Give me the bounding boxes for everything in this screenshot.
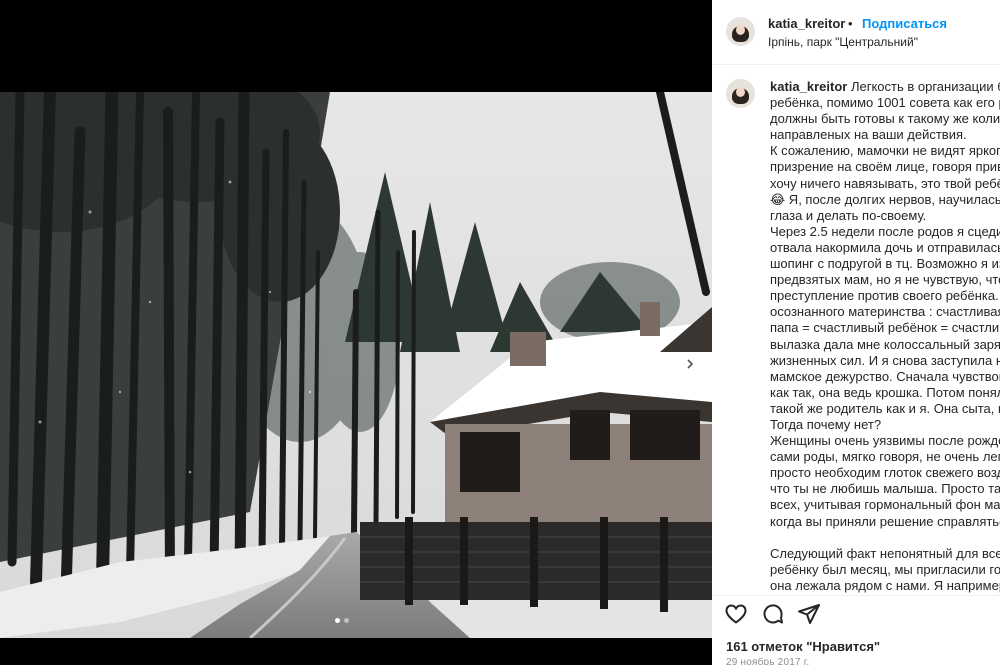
caption-line: 😂 Я, после долгих нервов, научилась зака… — [770, 191, 1000, 207]
avatar[interactable] — [726, 17, 755, 46]
caption-line-first: katia_kreitor Легкость в организации быт… — [770, 79, 1000, 95]
caption-line: предвзятых мам, но я не чувствую, что со… — [770, 272, 1000, 288]
post-date: 29 ноябрь 2017 г. — [726, 657, 810, 665]
caption-line: призрение на своём лице, говоря привычно… — [770, 159, 1000, 175]
caption-line: К сожалению, мамочки не видят яркого чув… — [770, 143, 1000, 159]
caption-line: Тогда почему нет? — [770, 416, 882, 432]
post-location[interactable]: Ірпінь, парк "Центральний" — [768, 35, 918, 49]
caption-line: вылазка дала мне колоссальный заряд энер… — [770, 336, 1000, 352]
forest-house-photo — [0, 92, 712, 638]
caption-text: katia_kreitor Легкость в организации быт… — [770, 79, 1000, 594]
caption-line: как так, она ведь крошка. Потом поняла, … — [770, 384, 1000, 400]
caption-line: жизненных сил. И я снова заступила на — [770, 352, 1000, 368]
caption-line: когда вы приняли решение справляться сам… — [770, 513, 1000, 529]
caption-line: такой же родитель как и я. Она сыта, в т… — [770, 400, 1000, 416]
post-username[interactable]: katia_kreitor — [768, 16, 845, 31]
caption-line: должны быть готовы к такому же количеств… — [770, 111, 1000, 127]
caption-line: ребёнка, помимо 1001 совета как его раст… — [770, 95, 1000, 111]
caption-line: мамское дежурство. Сначала чувствовала в… — [770, 368, 1000, 384]
caption-line: Следующий факт непонятный для всех, когд… — [770, 545, 1000, 561]
carousel-dot — [344, 618, 349, 623]
caption-line: хочу ничего навязывать, это твой ребёнок… — [770, 175, 1000, 191]
caption-line: папа = счастливый ребёнок = счастливая с… — [770, 320, 1000, 336]
heart-icon[interactable] — [724, 602, 748, 626]
caption-avatar[interactable] — [726, 79, 755, 108]
caption-line: сами роды, мягко говоря, не очень легки,… — [770, 449, 1000, 465]
carousel-dots — [335, 618, 349, 623]
caption-line: Через 2.5 недели после родов я сцедила м… — [770, 223, 1000, 239]
caption-line: шопинг с подругой в тц. Возможно я из чи… — [770, 256, 1000, 272]
caption-line: направленых на ваши действия. — [770, 127, 967, 143]
carousel-dot-active — [335, 618, 340, 623]
caption-line: она лежала рядом с нами. Я например — [770, 577, 1000, 593]
post-header: katia_kreitor • Подписаться Ірпінь, парк… — [712, 0, 1000, 65]
caption-line: Женщины очень уязвимы после рождения реб… — [770, 433, 1000, 449]
caption-line: ребёнку был месяц, мы пригласили гостей … — [770, 561, 1000, 577]
comment-icon[interactable] — [761, 602, 785, 626]
caption-line: всех, учитывая гормональный фон мамы, ос… — [770, 497, 1000, 513]
post-media — [0, 0, 712, 665]
caption-line: отвала накормила дочь и отправилась на — [770, 239, 1000, 255]
carousel-next-button[interactable] — [679, 353, 701, 375]
caption-username[interactable]: katia_kreitor — [770, 79, 847, 94]
caption-line: осознанного материнства : счастливая мам… — [770, 304, 1000, 320]
likes-count[interactable]: 161 отметок "Нравится" — [726, 639, 880, 654]
chevron-right-icon — [687, 359, 694, 369]
caption-line: глаза и делать по-своему. — [770, 207, 927, 223]
post-actions: 161 отметок "Нравится" 29 ноябрь 2017 г. — [712, 595, 1000, 665]
paper-plane-icon[interactable] — [797, 602, 821, 626]
follow-button[interactable]: Подписаться — [862, 16, 947, 31]
post-photo — [0, 92, 712, 638]
caption-line: что ты не любишь малыша. Просто так быва… — [770, 481, 1000, 497]
caption-line: Легкость в организации быта после рожден… — [850, 79, 1000, 94]
caption-line: просто необходим глоток свежего воздуха.… — [770, 465, 1000, 481]
post-side-panel: katia_kreitor • Подписаться Ірпінь, парк… — [712, 0, 1000, 665]
caption-line: преступление против своего ребёнка. Глав… — [770, 288, 1000, 304]
header-separator: • — [848, 16, 853, 31]
post-caption: katia_kreitor Легкость в организации быт… — [712, 65, 1000, 595]
